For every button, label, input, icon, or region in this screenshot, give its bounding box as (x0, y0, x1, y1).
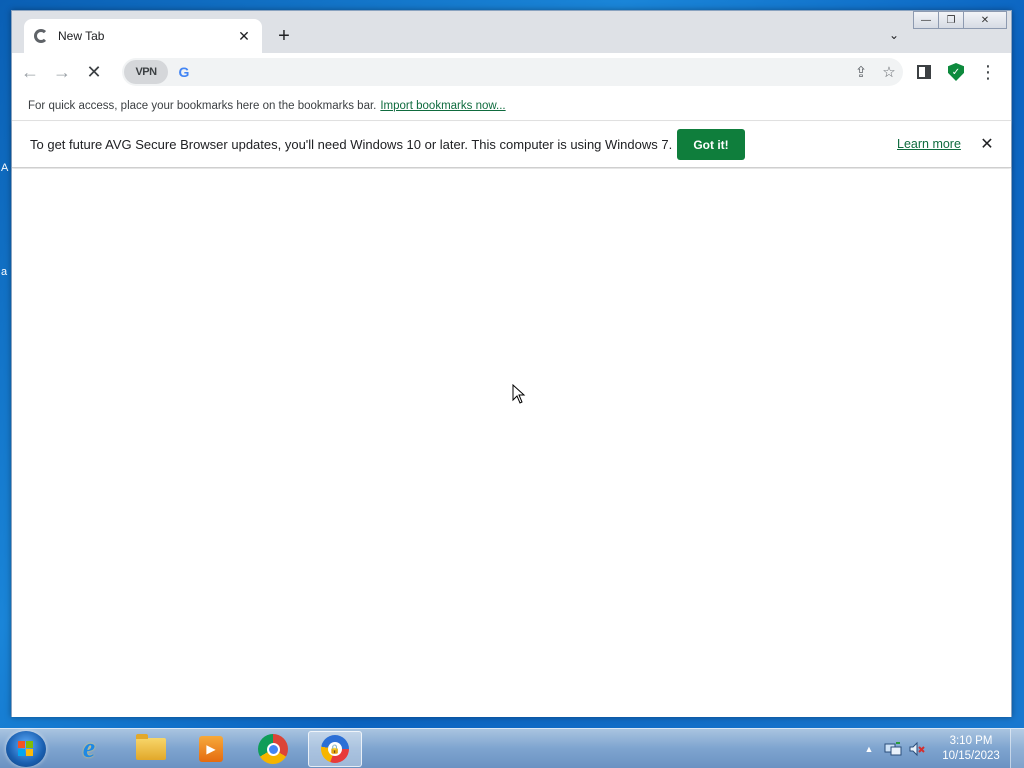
window-controls: — ❐ ✕ (913, 11, 1007, 29)
bookmark-star-icon[interactable]: ☆ (875, 58, 903, 86)
internet-explorer-icon: e (82, 733, 96, 764)
show-hidden-icons-button[interactable]: ▲ (858, 738, 880, 760)
google-icon: G (178, 64, 190, 80)
share-icon[interactable]: ⇪ (847, 58, 875, 86)
desktop-icon-label-fragment: A (1, 162, 9, 174)
close-window-button[interactable]: ✕ (963, 11, 1007, 29)
taskbar-media-player[interactable]: ▶ (184, 731, 238, 767)
learn-more-link[interactable]: Learn more (897, 137, 961, 151)
bookmarks-bar-hint: For quick access, place your bookmarks h… (28, 99, 377, 112)
volume-muted-icon[interactable] (906, 738, 928, 760)
network-icon[interactable] (882, 738, 904, 760)
tab-close-icon[interactable]: ✕ (236, 28, 252, 44)
browser-window: New Tab ✕ + ⌄ — ❐ ✕ ← → ✕ VPN G ⇪ ☆ ✓ ⋮ … (11, 10, 1012, 717)
side-panel-button[interactable] (910, 58, 938, 86)
import-bookmarks-link[interactable]: Import bookmarks now... (380, 100, 505, 112)
taskbar-internet-explorer[interactable]: e (62, 731, 116, 767)
clock-date: 10/15/2023 (942, 750, 1000, 762)
tab-new-tab[interactable]: New Tab ✕ (24, 19, 262, 53)
avg-security-extension-button[interactable]: ✓ (942, 58, 970, 86)
back-button[interactable]: ← (16, 58, 44, 86)
desktop-icon-label-fragment: a (1, 266, 8, 278)
forward-button[interactable]: → (48, 58, 76, 86)
address-input[interactable] (192, 58, 847, 86)
infobar-close-icon[interactable]: ✕ (977, 134, 997, 154)
tab-search-chevron-icon[interactable]: ⌄ (884, 25, 904, 45)
vpn-button[interactable]: VPN (124, 60, 168, 84)
mouse-cursor-icon (512, 384, 526, 404)
taskbar-avg-browser[interactable]: 🔒 (308, 731, 362, 767)
stop-loading-button[interactable]: ✕ (80, 58, 108, 86)
tab-title: New Tab (58, 29, 105, 43)
update-infobar: To get future AVG Secure Browser updates… (12, 122, 1011, 168)
side-panel-icon (917, 65, 931, 79)
new-tab-button[interactable]: + (272, 24, 296, 48)
avg-browser-icon: 🔒 (321, 735, 349, 763)
taskbar-file-explorer[interactable] (124, 731, 178, 767)
address-bar: VPN G ⇪ ☆ (122, 58, 903, 86)
taskbar-chrome[interactable] (246, 731, 300, 767)
clock[interactable]: 3:10 PM 10/15/2023 (936, 734, 1006, 764)
windows-logo-icon (18, 741, 34, 757)
chrome-icon (258, 734, 288, 764)
tab-strip: New Tab ✕ + ⌄ — ❐ ✕ (12, 11, 1011, 53)
folder-icon (136, 734, 166, 760)
system-tray: ▲ 3:10 PM 10/15/2023 (858, 729, 1024, 768)
got-it-button[interactable]: Got it! (677, 129, 745, 160)
browser-toolbar: ← → ✕ VPN G ⇪ ☆ ✓ ⋮ (12, 53, 1011, 91)
page-content[interactable] (12, 169, 1011, 717)
media-player-icon: ▶ (199, 736, 223, 762)
shield-check-icon: ✓ (948, 63, 964, 81)
restore-button[interactable]: ❐ (938, 11, 964, 29)
clock-time: 3:10 PM (949, 735, 993, 747)
start-button[interactable] (6, 731, 46, 767)
infobar-message: To get future AVG Secure Browser updates… (30, 137, 673, 152)
bookmarks-bar: For quick access, place your bookmarks h… (12, 91, 1011, 121)
taskbar: e ▶ 🔒 ▲ 3:10 PM 10/15/2023 (0, 728, 1024, 768)
show-desktop-button[interactable] (1010, 729, 1024, 768)
minimize-button[interactable]: — (913, 11, 939, 29)
loading-spinner-icon (34, 29, 48, 43)
browser-menu-button[interactable]: ⋮ (974, 58, 1002, 86)
